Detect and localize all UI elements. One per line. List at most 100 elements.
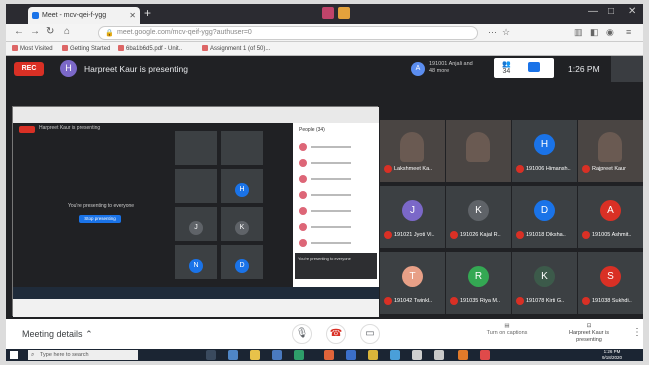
muted-mic-icon: [582, 165, 590, 173]
meet-stage: REC H Harpreet Kaur is presenting A 1910…: [6, 56, 643, 319]
extension-icon[interactable]: [338, 7, 350, 19]
presenting-label: Harpreet Kaur is presenting: [84, 64, 188, 74]
participant-name: 191026 Kajal R..: [460, 232, 501, 238]
hamburger-menu-icon[interactable]: ≡: [626, 27, 631, 37]
back-arrow-icon[interactable]: ←: [14, 26, 24, 37]
bookmark-item[interactable]: Assignment 1 (of 50)...: [202, 42, 270, 56]
microphone-icon: 🎙: [295, 328, 309, 339]
new-tab-button[interactable]: +: [144, 6, 151, 20]
windows-taskbar: ⌕ Type here to search 1:26 PM 9/18/2020: [6, 349, 643, 361]
bookmark-item[interactable]: Getting Started: [62, 42, 110, 56]
taskbar-app-icon[interactable]: [434, 350, 444, 360]
muted-mic-icon: [582, 231, 590, 239]
participant-name: 191042 Twinkl..: [394, 298, 433, 304]
taskbar-app-icon[interactable]: [390, 350, 400, 360]
forward-arrow-icon[interactable]: →: [30, 26, 40, 37]
phone-hangup-icon: ☎: [329, 328, 343, 339]
taskbar-app-icon[interactable]: [228, 350, 238, 360]
more-options-button[interactable]: ⋮: [632, 327, 642, 338]
library-icon[interactable]: ▥: [574, 27, 583, 38]
present-button[interactable]: ⊡ Harpreet Kaur is presenting: [564, 323, 614, 344]
shared-taskbar: [13, 287, 379, 299]
participant-name: 191021 Jyoti Vi..: [394, 232, 435, 238]
search-icon: ⌕: [31, 352, 35, 358]
lock-icon: 🔒: [105, 30, 114, 37]
shared-video-tile: [221, 131, 263, 165]
extension-icon[interactable]: ◉: [606, 27, 614, 38]
shared-avatar: K: [235, 221, 249, 235]
task-view-icon[interactable]: [206, 350, 216, 360]
participant-tile[interactable]: R 191035 Riya M..: [446, 252, 511, 314]
taskbar-app-icon[interactable]: [368, 350, 378, 360]
captions-label: Turn on captions: [486, 330, 528, 336]
taskbar-app-icon[interactable]: [294, 350, 304, 360]
camera-toggle-button[interactable]: ▭: [360, 324, 380, 344]
participant-avatar: T: [402, 266, 423, 287]
participant-name: Rajpreet Kaur: [592, 166, 626, 172]
participant-tile[interactable]: H 191006 Himansh..: [512, 120, 577, 182]
muted-mic-icon: [516, 165, 524, 173]
system-clock[interactable]: 1:26 PM 9/18/2020: [602, 349, 622, 361]
meeting-details-button[interactable]: Meeting details ⌃: [22, 329, 93, 340]
file-explorer-icon[interactable]: [250, 350, 260, 360]
browser-tab-bar: Meet - mcv-qei-f-ygg ✕ + — □ ✕: [6, 4, 643, 24]
meet-top-bar: REC H Harpreet Kaur is presenting A 1910…: [6, 56, 643, 82]
participant-avatar: H: [534, 134, 555, 155]
close-tab-icon[interactable]: ✕: [129, 7, 136, 24]
windows-start-icon[interactable]: [10, 351, 18, 359]
participant-tile[interactable]: J 191021 Jyoti Vi..: [380, 186, 445, 248]
participant-tile[interactable]: A 191005 Ashmit..: [578, 186, 643, 248]
taskbar-search[interactable]: ⌕ Type here to search: [28, 350, 138, 360]
taskbar-app-icon[interactable]: [412, 350, 422, 360]
meeting-details-label: Meeting details: [22, 329, 83, 339]
url-field[interactable]: 🔒 meet.google.com/mcv-qeif-ygg?authuser=…: [98, 26, 478, 40]
hang-up-button[interactable]: ☎: [326, 324, 346, 344]
participant-tile[interactable]: S 191038 Sukhdi..: [578, 252, 643, 314]
firefox-icon[interactable]: [458, 350, 468, 360]
extension-icon[interactable]: [322, 7, 334, 19]
stop-presenting-button: Stop presenting: [79, 215, 121, 223]
mic-toggle-button[interactable]: 🎙: [292, 324, 312, 344]
minimize-button[interactable]: —: [588, 6, 598, 17]
captions-icon: ▤: [504, 323, 510, 329]
shared-people-row: [299, 159, 373, 167]
taskbar-app-icon[interactable]: [480, 350, 490, 360]
shared-rec-badge: [19, 126, 35, 133]
self-video-thumbnail: [611, 56, 643, 82]
people-icon[interactable]: 👥 34: [502, 61, 511, 75]
word-icon[interactable]: [346, 350, 356, 360]
sidebar-icon[interactable]: ◧: [590, 27, 599, 38]
taskbar-app-icon[interactable]: [272, 350, 282, 360]
taskbar-search-placeholder: Type here to search: [40, 352, 89, 358]
close-window-button[interactable]: ✕: [628, 6, 636, 17]
people-chat-box[interactable]: 👥 34: [494, 58, 554, 78]
participant-tile[interactable]: D 191018 Diksha..: [512, 186, 577, 248]
participant-tile[interactable]: Rajpreet Kaur: [578, 120, 643, 182]
bookmark-item[interactable]: 6ba1b6d5.pdf - Unit..: [118, 42, 182, 56]
shared-avatar: D: [235, 259, 249, 273]
bookmark-star-icon[interactable]: ☆: [502, 27, 510, 38]
participant-name: 191078 Kirti G..: [526, 298, 565, 304]
bookmarks-bar: Most Visited Getting Started 6ba1b6d5.pd…: [6, 42, 643, 56]
participant-avatar: S: [600, 266, 621, 287]
chat-icon[interactable]: [528, 62, 540, 72]
participant-tile[interactable]: Lakshmeet Ka..: [380, 120, 445, 182]
bookmark-item[interactable]: Most Visited: [12, 42, 53, 56]
home-icon[interactable]: ⌂: [64, 26, 70, 37]
participant-name: 191038 Sukhdi..: [592, 298, 632, 304]
participant-avatar: A: [600, 200, 621, 221]
participant-tile[interactable]: K 191078 Kirti G..: [512, 252, 577, 314]
reload-icon[interactable]: ↻: [46, 26, 54, 37]
shared-video-tile: [175, 169, 217, 203]
shared-browser-chrome: [13, 107, 379, 123]
taskbar-app-icon[interactable]: [324, 350, 334, 360]
maximize-button[interactable]: □: [608, 6, 614, 17]
meet-favicon-icon: [32, 12, 39, 19]
captions-button[interactable]: ▤ Turn on captions: [482, 323, 532, 337]
shared-screen: Harpreet Kaur is presenting You're prese…: [12, 106, 379, 317]
participant-tile[interactable]: K 191026 Kajal R..: [446, 186, 511, 248]
more-options-icon[interactable]: ⋯: [488, 27, 497, 38]
participant-tile[interactable]: [446, 120, 511, 182]
browser-tab[interactable]: Meet - mcv-qei-f-ygg ✕: [28, 7, 140, 24]
participant-tile[interactable]: T 191042 Twinkl..: [380, 252, 445, 314]
